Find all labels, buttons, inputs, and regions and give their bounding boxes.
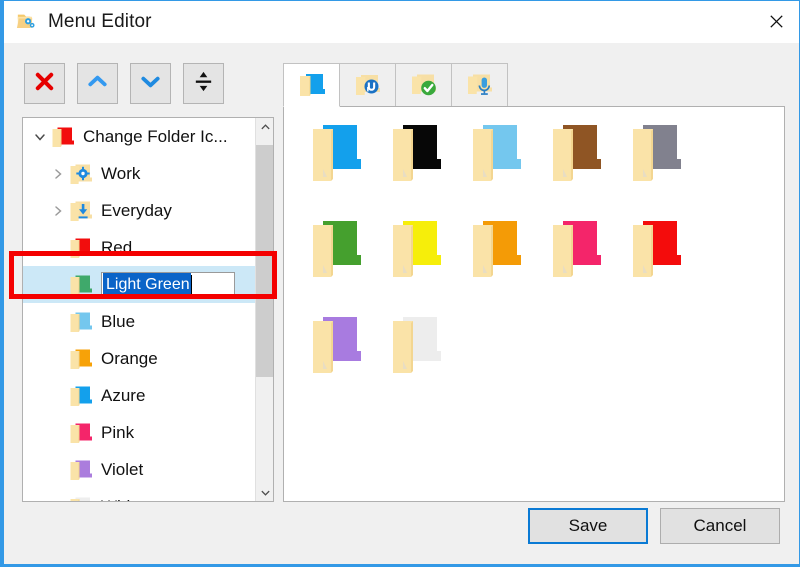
tab-folder-app[interactable] (339, 63, 396, 107)
move-down-button[interactable] (130, 63, 171, 104)
tree-item-everyday[interactable]: Everyday (23, 192, 255, 229)
tab-folder-media[interactable] (451, 63, 508, 107)
folder-gears-icon (16, 11, 38, 33)
menu-tree-panel: Change Folder Ic... Work Everyday Red Li… (22, 117, 274, 502)
close-icon (767, 12, 786, 31)
text-caret (190, 275, 192, 294)
dialog-buttons: Save Cancel (528, 508, 780, 544)
scroll-up-arrow[interactable] (256, 118, 273, 136)
tree-item-label: Orange (101, 348, 158, 368)
icon-grid-cell[interactable] (462, 217, 542, 291)
tab-folder-status[interactable] (395, 63, 452, 107)
folder-check-icon (410, 71, 438, 99)
folder-utorrent-icon (354, 71, 382, 99)
tree-item-label: Red (101, 237, 133, 257)
folder-violet-icon (311, 313, 363, 379)
delete-button[interactable] (24, 63, 65, 104)
icon-grid-cell[interactable] (542, 121, 622, 195)
tree-item-blue[interactable]: Blue (23, 303, 255, 340)
folder-red-icon (69, 236, 93, 260)
x-icon (33, 70, 56, 98)
rename-input[interactable]: Light Green (101, 272, 235, 297)
tree-item-white[interactable]: White (23, 488, 255, 502)
icon-grid-cell[interactable] (382, 121, 462, 195)
folder-gray-icon (631, 121, 683, 187)
tree-item-pink[interactable]: Pink (23, 414, 255, 451)
cancel-button[interactable]: Cancel (660, 508, 780, 544)
icon-grid-cell[interactable] (462, 121, 542, 195)
rename-input-value: Light Green (103, 272, 191, 297)
title-bar: Menu Editor (4, 1, 799, 43)
editor-toolbar (24, 63, 224, 104)
menu-tree-list: Change Folder Ic... Work Everyday Red Li… (23, 118, 255, 501)
folder-green-icon (311, 217, 363, 283)
tree-item-label: Pink (101, 422, 135, 442)
tree-item-label: Azure (101, 385, 146, 405)
icon-grid-cell[interactable] (622, 217, 702, 291)
tree-item-label: Change Folder Ic... (83, 126, 228, 146)
icon-grid (302, 121, 702, 387)
folder-violet-icon (69, 458, 93, 482)
save-button[interactable]: Save (528, 508, 648, 544)
menu-editor-window: Menu Editor Change Folder Ic... Work Eve… (0, 0, 800, 567)
tree-item-azure[interactable]: Azure (23, 377, 255, 414)
folder-orange-icon (471, 217, 523, 283)
folder-pink-icon (551, 217, 603, 283)
folder-lightblue-icon (69, 310, 93, 334)
tree-item-label: White (101, 497, 144, 502)
folder-orange-icon (69, 347, 93, 371)
folder-green-icon (69, 273, 93, 297)
tree-item-change-folder-ic[interactable]: Change Folder Ic... (23, 118, 255, 155)
move-up-button[interactable] (77, 63, 118, 104)
window-title: Menu Editor (48, 11, 152, 32)
chevron-right-icon[interactable] (47, 205, 69, 217)
chevron-down-icon (139, 70, 162, 98)
folder-pink-icon (69, 421, 93, 445)
close-button[interactable] (753, 1, 799, 42)
tree-item-orange[interactable]: Orange (23, 340, 255, 377)
folder-brown-icon (551, 121, 603, 187)
scroll-down-arrow[interactable] (256, 483, 273, 501)
icon-grid-cell[interactable] (622, 121, 702, 195)
tree-scrollbar[interactable] (255, 118, 273, 501)
icon-category-tabs (283, 63, 508, 107)
tree-item-label: Violet (101, 459, 144, 479)
folder-yellow-icon (391, 217, 443, 283)
folder-lightblue-icon (471, 121, 523, 187)
icon-grid-cell[interactable] (542, 217, 622, 291)
chevron-down-icon[interactable] (29, 131, 51, 143)
add-separator-button[interactable] (183, 63, 224, 104)
folder-white-icon (391, 313, 443, 379)
scrollbar-thumb[interactable] (256, 145, 273, 377)
tree-item-label: Blue (101, 311, 136, 331)
tree-item-violet[interactable]: Violet (23, 451, 255, 488)
folder-black-icon (391, 121, 443, 187)
chevron-up-icon (86, 70, 109, 98)
tree-item-light-green[interactable]: Light Green (23, 266, 255, 303)
blue-folder-icon (298, 71, 326, 99)
icon-grid-cell[interactable] (302, 217, 382, 291)
icon-grid-cell[interactable] (302, 313, 382, 387)
folder-azure-icon (69, 384, 93, 408)
icon-grid-cell[interactable] (382, 217, 462, 291)
folder-red-icon (631, 217, 683, 283)
tree-item-work[interactable]: Work (23, 155, 255, 192)
folder-red-icon (51, 125, 75, 149)
folder-azure-icon (311, 121, 363, 187)
folder-microphone-icon (466, 71, 494, 99)
tab-folder-color[interactable] (283, 63, 340, 107)
icon-grid-cell[interactable] (302, 121, 382, 195)
tree-item-label: Work (101, 163, 141, 183)
icon-grid-panel (283, 106, 785, 502)
tree-item-red[interactable]: Red (23, 229, 255, 266)
separator-icon (192, 70, 215, 98)
chevron-right-icon[interactable] (47, 168, 69, 180)
folder-white-icon (69, 495, 93, 501)
folder-download-icon (69, 199, 93, 223)
folder-gear-icon (69, 162, 93, 186)
icon-grid-cell[interactable] (382, 313, 462, 387)
tree-item-label: Everyday (101, 200, 172, 220)
